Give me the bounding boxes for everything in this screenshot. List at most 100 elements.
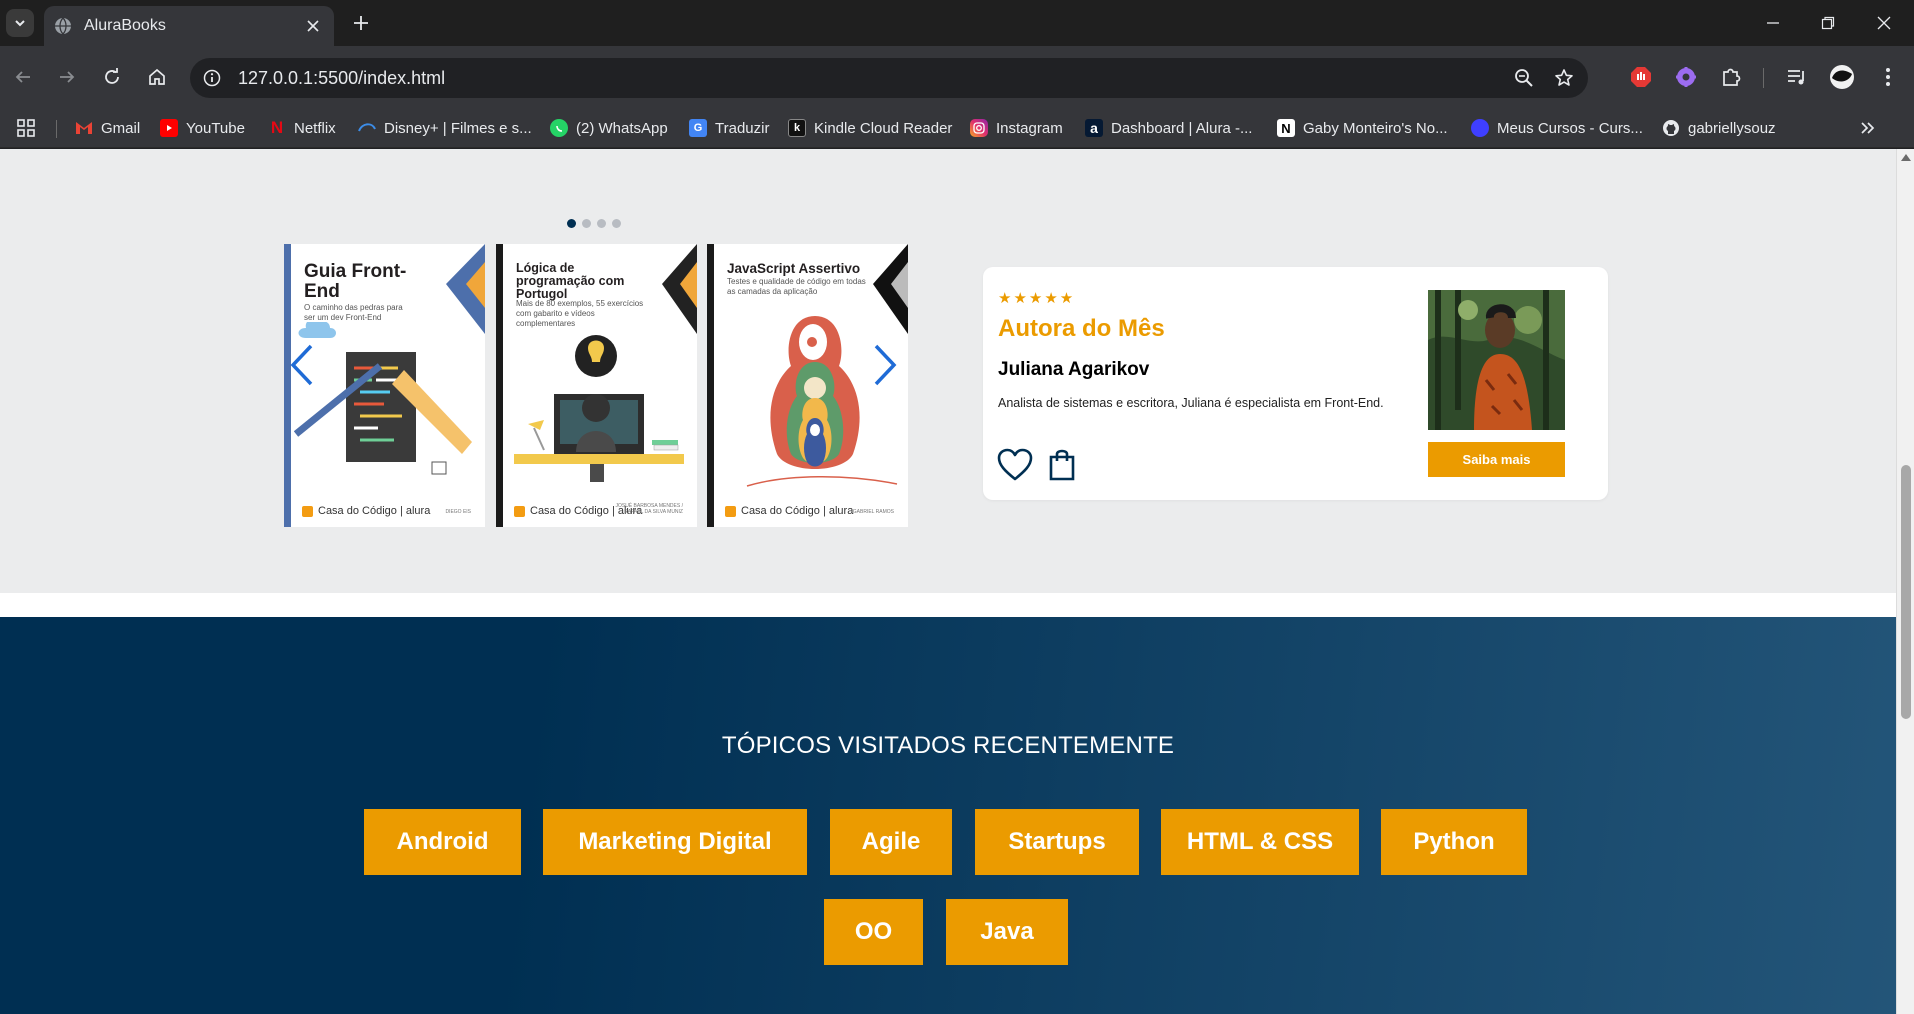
profile-avatar-icon[interactable] xyxy=(1827,62,1857,92)
carousel-dot-4[interactable] xyxy=(612,219,621,228)
apps-grid-icon[interactable] xyxy=(16,116,36,140)
topic-tag-agile[interactable]: Agile xyxy=(830,809,952,875)
reload-icon xyxy=(105,68,119,84)
whatsapp-icon xyxy=(550,119,568,137)
book-title: JavaScript Assertivo xyxy=(727,261,861,276)
home-button[interactable] xyxy=(142,62,172,92)
browser-toolbar: 127.0.0.1:5500/index.html xyxy=(0,46,1914,108)
carousel-dot-1[interactable] xyxy=(567,219,576,228)
bookmark-label: Dashboard | Alura -... xyxy=(1111,119,1253,137)
settings-extension-icon[interactable] xyxy=(1671,62,1701,92)
bookmarks-divider xyxy=(56,120,57,138)
back-button[interactable] xyxy=(8,62,38,92)
book-authors: JOSUÉ BARBOSA MENDES / RAFAEL DA SILVA M… xyxy=(615,503,683,515)
book-title: Guia Front-End xyxy=(304,261,407,302)
carousel-next-icon[interactable] xyxy=(870,343,900,387)
book-subtitle: O caminho das pedras para ser um dev Fro… xyxy=(304,303,403,322)
bookmark-youtube[interactable]: YouTube xyxy=(160,116,245,140)
home-icon xyxy=(149,68,165,85)
topic-tag-oo[interactable]: OO xyxy=(824,899,923,965)
close-window-button[interactable] xyxy=(1869,8,1899,38)
bookmark-netflix[interactable]: N Netflix xyxy=(268,116,336,140)
course-icon xyxy=(1471,119,1489,137)
minimize-button[interactable] xyxy=(1758,8,1788,38)
disney-icon xyxy=(358,119,376,137)
topic-tag-java[interactable]: Java xyxy=(946,899,1068,965)
page-scrollbar[interactable] xyxy=(1896,149,1914,1014)
more-bookmarks-icon[interactable] xyxy=(1860,116,1876,140)
bookmark-meus-cursos[interactable]: Meus Cursos - Curs... xyxy=(1471,116,1643,140)
tab-strip: AluraBooks xyxy=(0,0,1914,46)
rating-stars: ★★★★★ xyxy=(998,290,1076,307)
author-of-month-card: ★★★★★ Autora do Mês Juliana Agarikov Ana… xyxy=(983,267,1608,500)
code-illustration xyxy=(294,322,472,475)
book-authors: GABRIEL RAMOS xyxy=(852,509,894,515)
bookmark-label: Traduzir xyxy=(715,119,770,137)
site-info-icon[interactable] xyxy=(198,64,226,92)
topic-tag-marketing-digital[interactable]: Marketing Digital xyxy=(543,809,807,875)
book-publisher: Casa do Código | alura xyxy=(725,505,853,517)
recent-topics-section: TÓPICOS VISITADOS RECENTEMENTE Android M… xyxy=(0,617,1896,1014)
topic-tag-html-css[interactable]: HTML & CSS xyxy=(1161,809,1359,875)
book-spine xyxy=(496,244,503,527)
bookmark-alura-dashboard[interactable]: a Dashboard | Alura -... xyxy=(1085,116,1252,140)
puzzle-extensions-icon[interactable] xyxy=(1716,62,1746,92)
topic-tag-android[interactable]: Android xyxy=(364,809,521,875)
shopping-bag-icon[interactable] xyxy=(1048,447,1076,481)
carousel-dot-2[interactable] xyxy=(582,219,591,228)
bookmark-gmail[interactable]: Gmail xyxy=(75,116,140,140)
topics-title: TÓPICOS VISITADOS RECENTEMENTE xyxy=(721,732,1175,759)
author-card-label: Autora do Mês xyxy=(998,315,1165,342)
bookmark-star-icon[interactable] xyxy=(1548,62,1580,94)
arrow-right-icon xyxy=(60,71,75,83)
bookmark-label: Instagram xyxy=(996,119,1063,137)
book-title: Lógica de programação com Portugol xyxy=(516,261,625,302)
bookmark-kindle[interactable]: k Kindle Cloud Reader xyxy=(788,116,952,140)
bookmark-whatsapp[interactable]: (2) WhatsApp xyxy=(550,116,668,140)
kindle-icon: k xyxy=(788,119,806,137)
toolbar-divider xyxy=(1763,68,1764,88)
bookmark-github[interactable]: gabriellysouz xyxy=(1662,116,1776,140)
zoom-icon[interactable] xyxy=(1508,62,1540,94)
page-viewport: Guia Front-End O caminho das pedras para… xyxy=(0,149,1896,1014)
topic-tag-python[interactable]: Python xyxy=(1381,809,1527,875)
carousel-prev-icon[interactable] xyxy=(287,343,317,387)
bookmarks-bar: Gmail YouTube N Netflix Disney+ | Filmes… xyxy=(0,108,1914,148)
restore-button[interactable] xyxy=(1813,8,1843,38)
restore-icon xyxy=(1821,16,1835,30)
notion-icon: N xyxy=(1277,119,1295,137)
scroll-up-icon[interactable] xyxy=(1901,154,1911,161)
media-controls-icon[interactable] xyxy=(1782,62,1812,92)
bookmark-traduzir[interactable]: G Traduzir xyxy=(689,116,769,140)
chevron-down-icon xyxy=(15,20,25,27)
forward-button[interactable] xyxy=(52,62,82,92)
saiba-mais-button[interactable]: Saiba mais xyxy=(1428,442,1565,477)
bookmark-notion[interactable]: N Gaby Monteiro's No... xyxy=(1277,116,1448,140)
book-subtitle: Mais de 80 exemplos, 55 exercícios com g… xyxy=(516,299,644,328)
cover-shape xyxy=(662,244,697,334)
topic-tag-startups[interactable]: Startups xyxy=(975,809,1139,875)
browser-tab[interactable]: AluraBooks xyxy=(44,6,334,46)
new-tab-button[interactable] xyxy=(348,10,374,36)
section-separator xyxy=(0,593,1896,617)
adblock-extension-icon[interactable] xyxy=(1626,62,1656,92)
address-bar[interactable]: 127.0.0.1:5500/index.html xyxy=(190,58,1588,98)
close-icon xyxy=(1877,16,1891,30)
close-tab-icon[interactable] xyxy=(302,15,324,37)
youtube-icon xyxy=(160,119,178,137)
browser-menu-icon[interactable] xyxy=(1873,62,1903,92)
bookmark-label: YouTube xyxy=(186,119,245,137)
alura-icon: a xyxy=(1085,119,1103,137)
book-cover-logica-portugol[interactable]: Lógica de programação com Portugol Mais … xyxy=(496,244,697,527)
tab-search-button[interactable] xyxy=(6,9,34,37)
github-icon xyxy=(1662,119,1680,137)
carousel-dot-3[interactable] xyxy=(597,219,606,228)
translate-icon: G xyxy=(689,119,707,137)
reload-button[interactable] xyxy=(97,62,127,92)
bookmark-label: Kindle Cloud Reader xyxy=(814,119,953,137)
bookmark-instagram[interactable]: Instagram xyxy=(970,116,1063,140)
bookmark-disney[interactable]: Disney+ | Filmes e s... xyxy=(358,116,532,140)
heart-icon[interactable] xyxy=(997,448,1033,482)
book-spine xyxy=(707,244,714,527)
scrollbar-thumb[interactable] xyxy=(1901,465,1911,719)
